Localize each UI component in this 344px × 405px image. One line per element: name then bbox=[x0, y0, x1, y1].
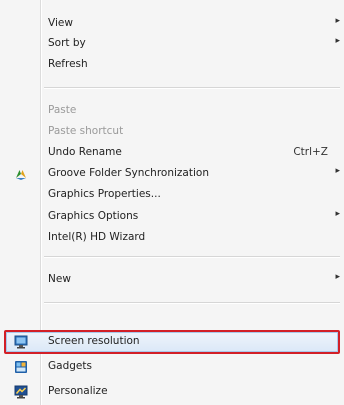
menu-item-undo-rename[interactable]: Undo Rename Ctrl+Z bbox=[0, 143, 344, 163]
menu-item-label: Graphics Options bbox=[48, 210, 139, 222]
menu-item-paste: Paste bbox=[0, 101, 344, 121]
menu-item-graphics-properties[interactable]: Graphics Properties... bbox=[0, 185, 344, 205]
menu-item-view[interactable]: View ▸ bbox=[0, 14, 344, 34]
submenu-arrow-icon: ▸ bbox=[335, 272, 340, 282]
menu-item-label: Groove Folder Synchronization bbox=[48, 167, 209, 179]
menu-item-label: Paste bbox=[48, 104, 77, 116]
gadgets-icon bbox=[14, 360, 28, 374]
menu-item-intel-wizard[interactable]: Intel(R) HD Wizard bbox=[0, 228, 344, 248]
menu-item-label: Screen resolution bbox=[48, 335, 140, 347]
menu-item-personalize[interactable]: Personalize bbox=[0, 382, 344, 402]
menu-item-label: Personalize bbox=[48, 385, 108, 397]
menu-item-label: New bbox=[48, 273, 71, 285]
menu-item-label: Paste shortcut bbox=[48, 125, 124, 137]
desktop-context-menu: View ▸ Sort by ▸ Refresh Paste Paste sho… bbox=[0, 0, 344, 405]
menu-item-gadgets[interactable]: Gadgets bbox=[0, 357, 344, 377]
submenu-arrow-icon: ▸ bbox=[335, 209, 340, 219]
menu-item-label: Refresh bbox=[48, 58, 88, 70]
submenu-arrow-icon: ▸ bbox=[335, 166, 340, 176]
menu-separator bbox=[44, 302, 340, 303]
submenu-arrow-icon: ▸ bbox=[335, 36, 340, 46]
menu-item-paste-shortcut: Paste shortcut bbox=[0, 122, 344, 142]
menu-item-shortcut: Ctrl+Z bbox=[293, 146, 328, 158]
menu-separator bbox=[44, 87, 340, 88]
menu-item-new[interactable]: New ▸ bbox=[0, 270, 344, 290]
personalize-icon bbox=[14, 385, 28, 399]
menu-item-groove-folder-sync[interactable]: Groove Folder Synchronization ▸ bbox=[0, 164, 344, 184]
menu-item-refresh[interactable]: Refresh bbox=[0, 55, 344, 75]
screen-resolution-icon bbox=[14, 335, 28, 349]
submenu-arrow-icon: ▸ bbox=[335, 16, 340, 26]
groove-sync-icon bbox=[13, 166, 29, 182]
menu-item-graphics-options[interactable]: Graphics Options ▸ bbox=[0, 207, 344, 227]
menu-item-label: Intel(R) HD Wizard bbox=[48, 231, 146, 243]
menu-item-label: Sort by bbox=[48, 37, 86, 49]
menu-separator bbox=[44, 256, 340, 257]
menu-item-label: Gadgets bbox=[48, 360, 92, 372]
menu-item-sort-by[interactable]: Sort by ▸ bbox=[0, 34, 344, 54]
menu-item-screen-resolution[interactable]: Screen resolution bbox=[0, 330, 344, 354]
menu-item-label: Graphics Properties... bbox=[48, 188, 161, 200]
menu-item-label: Undo Rename bbox=[48, 146, 122, 158]
menu-item-label: View bbox=[48, 17, 73, 29]
